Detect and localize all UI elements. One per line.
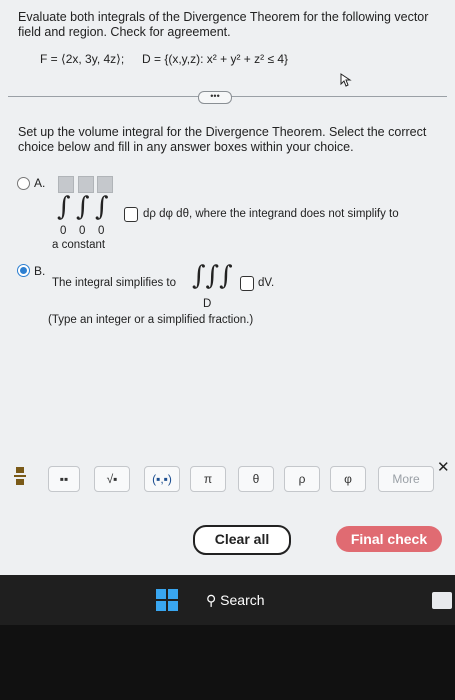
final-check-button[interactable]: Final check: [336, 526, 442, 552]
instructions-line-2: choice below and fill in any answer boxe…: [18, 140, 354, 154]
rho-button[interactable]: ρ: [284, 466, 320, 492]
clear-all-button[interactable]: Clear all: [193, 525, 291, 555]
upper-limit-box-3[interactable]: [97, 176, 113, 193]
option-a-letter: A.: [34, 176, 46, 190]
cursor-icon: [340, 73, 352, 87]
close-icon[interactable]: ✕: [437, 458, 450, 476]
more-button[interactable]: More: [378, 466, 434, 492]
instructions: Set up the volume integral for the Diver…: [18, 125, 438, 155]
option-a-radio[interactable]: [17, 177, 30, 190]
triple-integral-sign: ∫∫∫: [192, 261, 233, 291]
integrand-answer-box-b[interactable]: [240, 276, 254, 291]
integral-sign-3: ∫: [95, 192, 109, 222]
pi-button[interactable]: π: [190, 466, 226, 492]
sqrt-button[interactable]: √▪: [94, 466, 130, 492]
answer-hint: (Type an integer or a simplified fractio…: [48, 314, 254, 326]
option-b-lead: The integral simplifies to: [52, 277, 176, 289]
instructions-line-1: Set up the volume integral for the Diver…: [18, 125, 427, 139]
question-text: Evaluate both integrals of the Divergenc…: [18, 10, 438, 40]
option-a-continuation: a constant: [52, 239, 106, 251]
taskbar-search[interactable]: ⚲ Search: [206, 592, 265, 609]
question-screen: Evaluate both integrals of the Divergenc…: [0, 0, 455, 575]
expand-pill-button[interactable]: •••: [198, 91, 232, 104]
option-a-differentials: dρ dφ dθ, where the integrand does not s…: [143, 208, 399, 220]
interval-button[interactable]: (▪,▪): [144, 466, 180, 492]
windows-start-icon[interactable]: [156, 589, 178, 611]
search-icon: ⚲: [206, 592, 217, 608]
lower-limit-3: 0: [98, 225, 105, 237]
integral-sign-2: ∫: [76, 192, 90, 222]
integral-sign-1: ∫: [57, 192, 71, 222]
lower-limit-1: 0: [60, 225, 67, 237]
region-definition: D = {(x,y,z): x² + y² + z² ≤ 4}: [142, 52, 289, 66]
vector-field: F = ⟨2x, 3y, 4z⟩;: [40, 52, 125, 66]
theta-button[interactable]: θ: [238, 466, 274, 492]
dv-label: dV.: [258, 277, 275, 289]
option-b-letter: B.: [34, 264, 46, 278]
option-b-radio[interactable]: [17, 264, 30, 277]
taskbar: ⚲ Search: [0, 575, 455, 625]
lower-limit-2: 0: [79, 225, 86, 237]
region-subscript: D: [203, 298, 212, 310]
upper-limit-box-1[interactable]: [58, 176, 74, 193]
search-label: Search: [220, 592, 265, 608]
fraction-icon[interactable]: [14, 466, 26, 486]
exponent-button[interactable]: ▪▪: [48, 466, 80, 492]
question-line-2: field and region. Check for agreement.: [18, 25, 231, 39]
app-thumbnail-icon[interactable]: [432, 592, 452, 609]
question-line-1: Evaluate both integrals of the Divergenc…: [18, 10, 429, 24]
upper-limit-box-2[interactable]: [78, 176, 94, 193]
integrand-answer-box[interactable]: [124, 207, 138, 222]
phi-button[interactable]: φ: [330, 466, 366, 492]
